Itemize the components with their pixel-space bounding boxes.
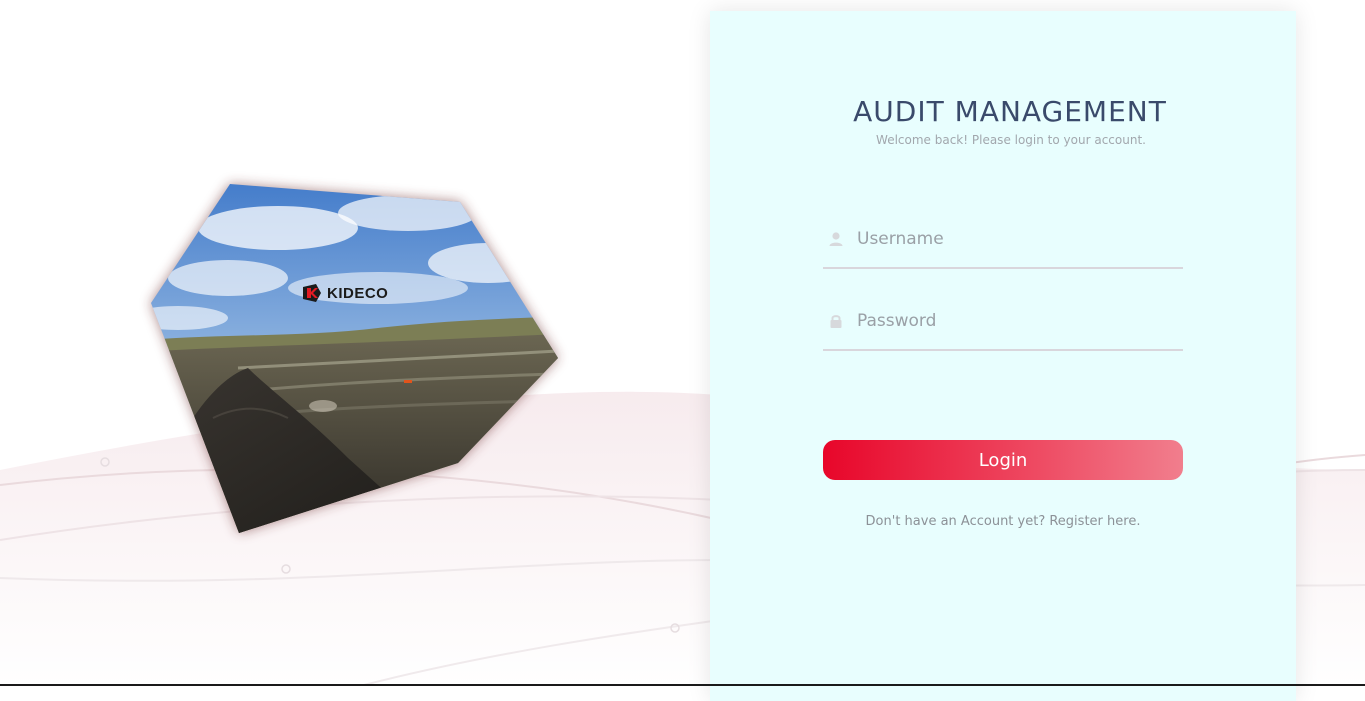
password-field bbox=[823, 309, 1183, 351]
kideco-mine-photo bbox=[151, 184, 558, 533]
page-title: AUDIT MANAGEMENT bbox=[853, 95, 1167, 128]
user-icon bbox=[829, 232, 843, 246]
login-panel: AUDIT MANAGEMENT Welcome back! Please lo… bbox=[710, 11, 1296, 701]
login-button[interactable]: Login bbox=[823, 440, 1183, 480]
kideco-logo-icon bbox=[303, 284, 321, 302]
register-link[interactable]: Don't have an Account yet? Register here… bbox=[823, 514, 1183, 529]
username-field bbox=[823, 227, 1183, 269]
lock-icon bbox=[830, 315, 842, 328]
password-input[interactable] bbox=[857, 309, 1177, 333]
kideco-logo: KIDECO bbox=[302, 283, 388, 303]
username-input[interactable] bbox=[857, 227, 1177, 251]
welcome-subtitle: Welcome back! Please login to your accou… bbox=[876, 133, 1146, 147]
kideco-logo-text: KIDECO bbox=[327, 284, 389, 302]
mine-hero-image: KIDECO bbox=[118, 168, 578, 548]
